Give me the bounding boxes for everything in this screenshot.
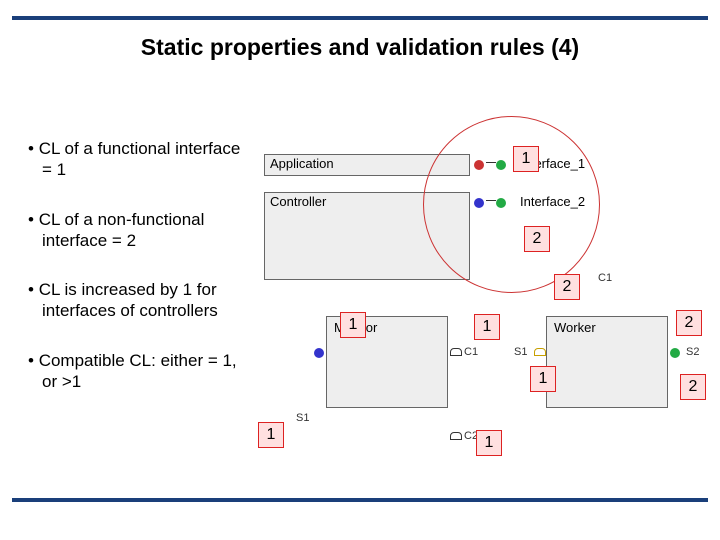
top-rule — [12, 16, 708, 20]
num-3: 2 — [554, 274, 580, 300]
bottom-rule — [12, 498, 708, 502]
num-6: 2 — [676, 310, 702, 336]
bullet-3: CL is increased by 1 for interfaces of c… — [28, 279, 253, 322]
monitor-port-right2 — [450, 432, 462, 440]
s1b-label: S1 — [514, 346, 527, 358]
bullet-list: CL of a functional interface = 1 CL of a… — [28, 138, 253, 420]
c1-label-b: C1 — [464, 346, 478, 358]
callout-circle — [423, 116, 600, 293]
diagram-area: Application Interface_1 Controller Inter… — [258, 152, 706, 462]
monitor-port-left — [314, 348, 324, 358]
c1-label-a: C1 — [598, 272, 612, 284]
slide-title: Static properties and validation rules (… — [0, 34, 720, 61]
bullet-2: CL of a non-functional interface = 2 — [28, 209, 253, 252]
monitor-port-right — [450, 348, 462, 356]
num-7: 1 — [530, 366, 556, 392]
application-label: Application — [270, 156, 334, 171]
num-2: 2 — [524, 226, 550, 252]
worker-port-left — [534, 348, 546, 356]
num-8: 2 — [680, 374, 706, 400]
controller-label: Controller — [270, 194, 326, 209]
worker-port-right — [670, 348, 680, 358]
s1-label: S1 — [296, 412, 309, 424]
bullet-4: Compatible CL: either = 1, or >1 — [28, 350, 253, 393]
num-4: 1 — [340, 312, 366, 338]
num-10: 1 — [476, 430, 502, 456]
num-1: 1 — [513, 146, 539, 172]
s2-label: S2 — [686, 346, 699, 358]
num-5: 1 — [474, 314, 500, 340]
num-9: 1 — [258, 422, 284, 448]
bullet-1: CL of a functional interface = 1 — [28, 138, 253, 181]
worker-label: Worker — [554, 320, 596, 335]
